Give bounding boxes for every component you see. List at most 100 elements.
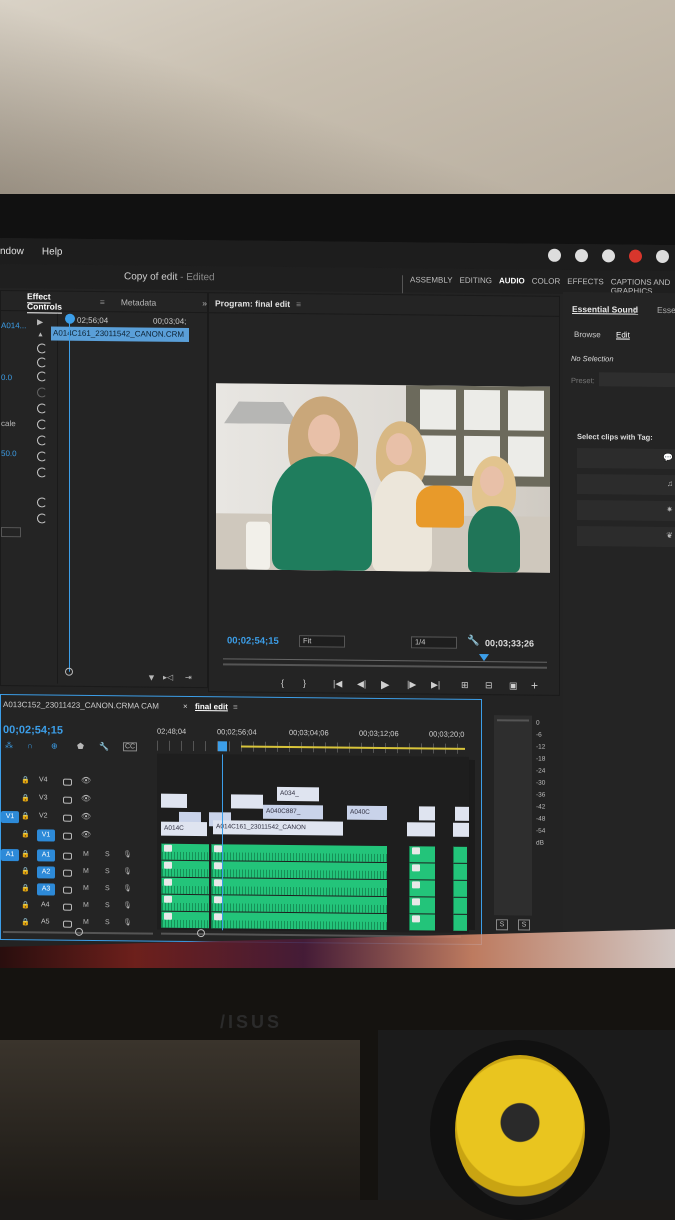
audio-clip[interactable] [161, 894, 209, 912]
track-lock-icon[interactable]: 🔒 [21, 901, 30, 909]
step-back-icon[interactable]: ◀| [357, 679, 366, 690]
audio-clip[interactable] [453, 863, 467, 880]
video-clip[interactable] [419, 806, 435, 821]
reset-icon[interactable] [37, 343, 47, 354]
tab-final-edit[interactable]: final edit [195, 702, 228, 711]
audio-clip[interactable] [453, 914, 467, 931]
workspace-audio[interactable]: AUDIO [499, 276, 525, 294]
solo-button[interactable]: S [105, 885, 110, 892]
scroll-handle-icon[interactable] [75, 927, 83, 936]
tab-menu-icon[interactable]: ≡ [633, 305, 638, 315]
video-clip[interactable]: A014C [161, 821, 207, 837]
reset-icon[interactable] [37, 387, 47, 398]
video-clip[interactable] [455, 806, 469, 821]
audio-clip[interactable] [211, 895, 387, 914]
scale-value[interactable]: 50.0 [1, 449, 17, 458]
audio-clip[interactable] [409, 846, 435, 863]
export-frame-icon[interactable]: ▣ [509, 680, 518, 691]
microphone-icon[interactable]: 🎙 [123, 850, 132, 858]
sync-lock-icon[interactable] [63, 903, 72, 911]
tag-dialogue-button[interactable]: 💬 [577, 448, 675, 470]
track-name[interactable]: A2 [37, 866, 55, 879]
tab-program[interactable]: Program: final edit [215, 298, 290, 309]
timeline-playhead-icon[interactable] [218, 741, 227, 752]
tab-close-icon[interactable]: × [183, 702, 188, 711]
audio-clip[interactable] [409, 863, 435, 880]
sync-lock-icon[interactable] [63, 832, 72, 840]
tag-sfx-button[interactable]: ✷ [577, 500, 675, 522]
track-name[interactable]: A5 [41, 918, 50, 925]
tab-browse[interactable]: Browse [574, 330, 601, 339]
zoom-handle-icon[interactable] [65, 667, 73, 676]
add-marker-icon[interactable]: ⬟ [77, 742, 84, 751]
track-name[interactable]: A4 [41, 901, 50, 908]
audio-clip[interactable] [409, 914, 435, 931]
audio-clip[interactable] [409, 880, 435, 897]
eye-icon[interactable]: 👁 [81, 776, 91, 785]
sync-lock-icon[interactable] [63, 814, 72, 822]
microphone-icon[interactable]: 🎙 [123, 867, 132, 875]
microphone-icon[interactable]: 🎙 [123, 901, 132, 909]
track-lock-icon[interactable]: 🔒 [21, 776, 30, 784]
program-scrollbar[interactable] [223, 663, 547, 669]
zoom-handle-icon[interactable] [197, 929, 205, 938]
track-lock-icon[interactable]: 🔒 [21, 884, 30, 892]
tab-edit[interactable]: Edit [616, 330, 630, 339]
wrench-icon[interactable]: 🔧 [467, 636, 479, 647]
preset-dropdown[interactable] [599, 372, 675, 388]
sequence-timecode[interactable]: 00;02;54;15 [3, 724, 63, 737]
audio-clip[interactable] [453, 880, 467, 897]
video-clip[interactable]: A040C [347, 805, 387, 821]
reset-icon[interactable] [37, 371, 47, 382]
tab-effect-controls[interactable]: Effect Controls [27, 291, 84, 312]
audio-clip[interactable] [161, 911, 209, 929]
eye-icon[interactable]: 👁 [81, 830, 91, 839]
reset-icon[interactable] [37, 357, 47, 368]
video-clip[interactable]: A040C887_ [263, 804, 323, 820]
collapse-icon[interactable]: ▲ [37, 331, 44, 338]
linked-selection-icon[interactable]: ⊕ [51, 742, 58, 751]
vertical-scrollbar[interactable] [469, 759, 475, 930]
mute-button[interactable]: M [83, 902, 89, 909]
notification-icon[interactable] [629, 249, 642, 263]
sync-lock-icon[interactable] [63, 852, 72, 860]
step-forward-icon[interactable]: |▶ [407, 679, 416, 690]
tab-menu-icon[interactable]: ≡ [100, 297, 105, 307]
menu-window[interactable]: ndow [0, 246, 24, 257]
audio-clip[interactable] [211, 912, 387, 931]
audio-clip[interactable] [211, 861, 387, 880]
tab-menu-icon[interactable]: ≡ [233, 702, 238, 711]
position-value[interactable]: 0.0 [1, 373, 12, 382]
zoom-icon[interactable] [602, 249, 615, 263]
blend-dropdown[interactable] [1, 527, 21, 538]
sync-lock-icon[interactable] [63, 778, 72, 786]
audio-clip[interactable] [161, 860, 209, 878]
sync-lock-icon[interactable] [63, 796, 72, 804]
flag-icon[interactable] [656, 249, 669, 264]
quality-dropdown[interactable]: 1/4 [411, 636, 457, 649]
captions-icon[interactable]: CC [123, 742, 138, 752]
video-clip[interactable]: A014C161_23011542_CANON [213, 820, 343, 836]
creative-cloud-icon[interactable] [548, 248, 561, 262]
extract-icon[interactable]: ⊟ [485, 680, 493, 691]
microphone-icon[interactable]: 🎙 [123, 884, 132, 892]
playhead-handle-icon[interactable] [65, 313, 75, 324]
tab-essential-sound[interactable]: Essential Sound [572, 304, 638, 315]
program-playhead-icon[interactable] [479, 654, 489, 662]
eye-icon[interactable]: 👁 [81, 794, 91, 803]
microphone-icon[interactable]: 🎙 [123, 918, 132, 926]
reset-icon[interactable] [37, 403, 47, 414]
mute-button[interactable]: M [83, 919, 89, 926]
video-clip[interactable] [407, 822, 435, 837]
solo-button[interactable]: S [105, 919, 110, 926]
sync-lock-icon[interactable] [63, 886, 72, 894]
tab-essential-graphics[interactable]: Essen [657, 305, 675, 315]
audio-clip[interactable] [211, 844, 387, 863]
reset-icon[interactable] [37, 467, 47, 478]
solo-left-button[interactable]: S [496, 919, 508, 931]
snap-icon[interactable]: ∩ [27, 741, 33, 750]
program-timecode[interactable]: 00;02;54;15 [227, 635, 279, 647]
play-icon[interactable]: ▶ [37, 317, 43, 326]
tab-source-sequence[interactable]: A013C152_23011423_CANON.CRMA CAM [3, 700, 159, 711]
audio-clip[interactable] [409, 897, 435, 914]
